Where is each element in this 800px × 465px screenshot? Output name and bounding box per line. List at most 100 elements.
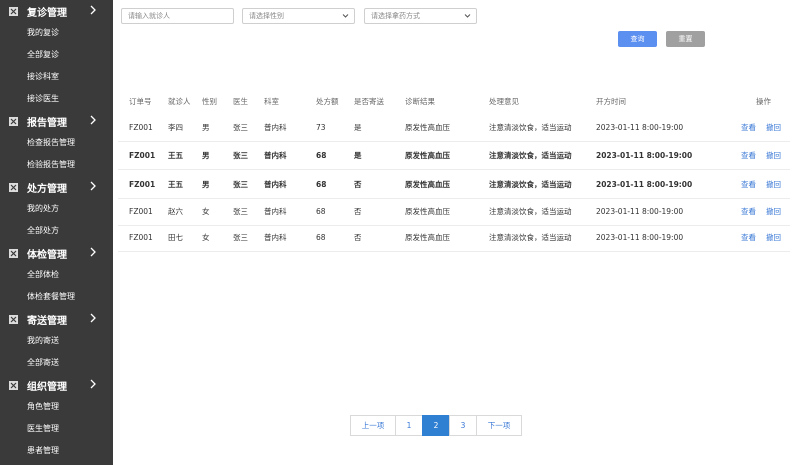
cell-advice: 注意清淡饮食，适当运动 <box>489 233 572 242</box>
patient-search-input[interactable]: 请输入就诊人 <box>121 8 234 24</box>
chevron-down-icon <box>464 14 471 18</box>
menu-icon <box>9 182 18 192</box>
cell-order: FZ001 <box>129 233 153 242</box>
col-ship: 是否寄送 <box>354 97 384 106</box>
view-link[interactable]: 查看 <box>741 115 756 141</box>
chevron-right-icon <box>90 313 96 323</box>
table-row: FZ001 王五 男 张三 普内科 68 否 原发性高血压 注意清淡饮食，适当运… <box>118 172 790 199</box>
prev-page-button[interactable]: 上一项 <box>350 415 396 436</box>
sidebar-group-checkup[interactable]: 体检管理 <box>0 242 113 264</box>
menu-icon <box>9 6 18 16</box>
cell-doctor: 张三 <box>233 207 248 216</box>
sidebar-item-patients[interactable]: 患者管理 <box>0 440 113 462</box>
page-button-1[interactable]: 1 <box>395 415 423 436</box>
view-link[interactable]: 查看 <box>741 199 756 225</box>
menu-icon <box>9 248 18 258</box>
cell-diagnosis: 原发性高血压 <box>405 233 450 242</box>
cell-diagnosis: 原发性高血压 <box>405 123 450 132</box>
cell-time: 2023-01-11 8:00-19:00 <box>596 151 693 160</box>
revoke-link[interactable]: 撤回 <box>766 199 781 225</box>
sidebar-item-exam-report[interactable]: 检查报告管理 <box>0 132 113 154</box>
chevron-down-icon <box>342 14 349 18</box>
sidebar-group-revisit[interactable]: 复诊管理 <box>0 0 113 22</box>
cell-order: FZ001 <box>129 123 153 132</box>
col-dept: 科室 <box>264 97 279 106</box>
sidebar-item-my-revisit[interactable]: 我的复诊 <box>0 22 113 44</box>
cell-time: 2023-01-11 8:00-19:00 <box>596 180 693 189</box>
sidebar-item-checkup-package[interactable]: 体检套餐管理 <box>0 286 113 308</box>
cell-diagnosis: 原发性高血压 <box>405 180 450 189</box>
view-link[interactable]: 查看 <box>741 143 756 169</box>
sidebar-item-all-checkup[interactable]: 全部体检 <box>0 264 113 286</box>
sidebar-group-prescription[interactable]: 处方管理 <box>0 176 113 198</box>
cell-dept: 普内科 <box>264 123 287 132</box>
view-link[interactable]: 查看 <box>741 172 756 198</box>
chevron-right-icon <box>90 115 96 125</box>
col-patient: 就诊人 <box>168 97 191 106</box>
cell-dept: 普内科 <box>264 180 287 189</box>
cell-advice: 注意清淡饮食，适当运动 <box>489 151 572 160</box>
cell-order: FZ001 <box>129 180 156 189</box>
sidebar-group-label: 寄送管理 <box>27 315 67 327</box>
cell-dept: 普内科 <box>264 151 287 160</box>
menu-icon <box>9 314 18 324</box>
sidebar-item-all-shipping[interactable]: 全部寄送 <box>0 352 113 374</box>
sidebar-group-label: 体检管理 <box>27 249 67 261</box>
cell-doctor: 张三 <box>233 233 248 242</box>
col-amount: 处方额 <box>316 97 339 106</box>
reset-button[interactable]: 重置 <box>666 31 705 47</box>
chevron-right-icon <box>90 247 96 257</box>
sidebar-item-doctors[interactable]: 医生管理 <box>0 418 113 440</box>
table-row: FZ001 王五 男 张三 普内科 68 是 原发性高血压 注意清淡饮食，适当运… <box>118 143 790 170</box>
sidebar-item-all-prescription[interactable]: 全部处方 <box>0 220 113 242</box>
revoke-link[interactable]: 撤回 <box>766 143 781 169</box>
sidebar-item-dept[interactable]: 接诊科室 <box>0 66 113 88</box>
sidebar-group-shipping[interactable]: 寄送管理 <box>0 308 113 330</box>
sidebar-group-report[interactable]: 报告管理 <box>0 110 113 132</box>
cell-gender: 男 <box>202 151 210 160</box>
cell-gender: 男 <box>202 180 210 189</box>
gender-select-placeholder: 请选择性别 <box>249 12 284 20</box>
pickup-method-select[interactable]: 请选择拿药方式 <box>364 8 477 24</box>
col-gender: 性别 <box>202 97 217 106</box>
cell-doctor: 张三 <box>233 123 248 132</box>
cell-dept: 普内科 <box>264 233 287 242</box>
sidebar-item-my-prescription[interactable]: 我的处方 <box>0 198 113 220</box>
table-header: 订单号 就诊人 性别 医生 科室 处方额 是否寄送 诊断结果 处理意见 开方时间… <box>118 95 790 109</box>
page-button-3[interactable]: 3 <box>449 415 477 436</box>
cell-dept: 普内科 <box>264 207 287 216</box>
revoke-link[interactable]: 撤回 <box>766 115 781 141</box>
cell-gender: 女 <box>202 207 210 216</box>
menu-icon <box>9 116 18 126</box>
cell-doctor: 张三 <box>233 151 248 160</box>
cell-time: 2023-01-11 8:00-19:00 <box>596 207 684 216</box>
cell-ship: 否 <box>354 207 362 216</box>
page-button-2[interactable]: 2 <box>422 415 450 436</box>
col-time: 开方时间 <box>596 97 626 106</box>
gender-select[interactable]: 请选择性别 <box>242 8 355 24</box>
query-button[interactable]: 查询 <box>618 31 657 47</box>
patient-search-placeholder: 请输入就诊人 <box>128 12 170 20</box>
sidebar-item-lab-report[interactable]: 检验报告管理 <box>0 154 113 176</box>
view-link[interactable]: 查看 <box>741 225 756 251</box>
cell-gender: 男 <box>202 123 210 132</box>
menu-icon <box>9 380 18 390</box>
cell-advice: 注意清淡饮食，适当运动 <box>489 180 572 189</box>
cell-order: FZ001 <box>129 151 156 160</box>
sidebar-group-label: 组织管理 <box>27 381 67 393</box>
next-page-button[interactable]: 下一项 <box>476 415 522 436</box>
cell-amount: 68 <box>316 207 326 216</box>
sidebar-item-roles[interactable]: 角色管理 <box>0 396 113 418</box>
revoke-link[interactable]: 撤回 <box>766 172 781 198</box>
sidebar-group-label: 处方管理 <box>27 183 67 195</box>
sidebar-item-doctor[interactable]: 接诊医生 <box>0 88 113 110</box>
cell-order: FZ001 <box>129 207 153 216</box>
revoke-link[interactable]: 撤回 <box>766 225 781 251</box>
cell-gender: 女 <box>202 233 210 242</box>
sidebar-group-org[interactable]: 组织管理 <box>0 374 113 396</box>
sidebar-item-all-revisit[interactable]: 全部复诊 <box>0 44 113 66</box>
col-diagnosis: 诊断结果 <box>405 97 435 106</box>
sidebar-item-my-shipping[interactable]: 我的寄送 <box>0 330 113 352</box>
cell-patient: 赵六 <box>168 207 183 216</box>
sidebar-group-label: 复诊管理 <box>27 7 67 19</box>
